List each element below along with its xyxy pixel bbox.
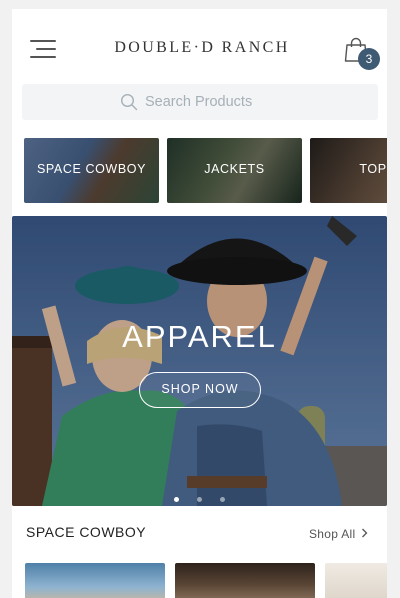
hero-title: APPAREL <box>122 319 277 354</box>
category-tile-tops[interactable]: TOPS <box>310 138 387 203</box>
category-label: SPACE COWBOY <box>36 162 147 176</box>
section-title: SPACE COWBOY <box>26 524 147 540</box>
carousel-dot[interactable] <box>197 497 202 502</box>
product-card[interactable] <box>25 563 165 598</box>
chevron-right-icon <box>361 527 368 541</box>
hero-image <box>12 216 387 506</box>
category-tile-space-cowboy[interactable]: SPACE COWBOY <box>24 138 159 203</box>
search-bar[interactable] <box>22 84 378 120</box>
search-icon <box>120 93 138 111</box>
product-card[interactable] <box>325 563 387 598</box>
cart-count-badge[interactable]: 3 <box>358 48 380 70</box>
search-input[interactable] <box>145 94 280 110</box>
header: DOUBLE·D RANCH 3 <box>12 9 387 83</box>
brand-logo[interactable]: DOUBLE·D RANCH <box>82 39 322 57</box>
product-carousel[interactable] <box>25 563 387 598</box>
carousel-dot[interactable] <box>220 497 225 502</box>
app-screen: DOUBLE·D RANCH 3 SPACE COWBOY JACKETS TO… <box>12 9 387 598</box>
hamburger-menu-icon[interactable] <box>30 40 56 60</box>
shop-all-link[interactable]: Shop All <box>309 527 368 541</box>
category-carousel[interactable]: SPACE COWBOY JACKETS TOPS <box>24 138 387 204</box>
category-label: TOPS <box>359 162 387 176</box>
carousel-dots <box>12 489 387 506</box>
carousel-dot-active[interactable] <box>174 497 179 502</box>
hero-banner[interactable]: APPAREL SHOP NOW <box>12 216 387 506</box>
category-tile-jackets[interactable]: JACKETS <box>167 138 302 203</box>
product-card[interactable] <box>175 563 315 598</box>
shop-now-button[interactable]: SHOP NOW <box>139 372 261 408</box>
category-label: JACKETS <box>204 162 265 176</box>
shop-all-label: Shop All <box>309 527 356 541</box>
